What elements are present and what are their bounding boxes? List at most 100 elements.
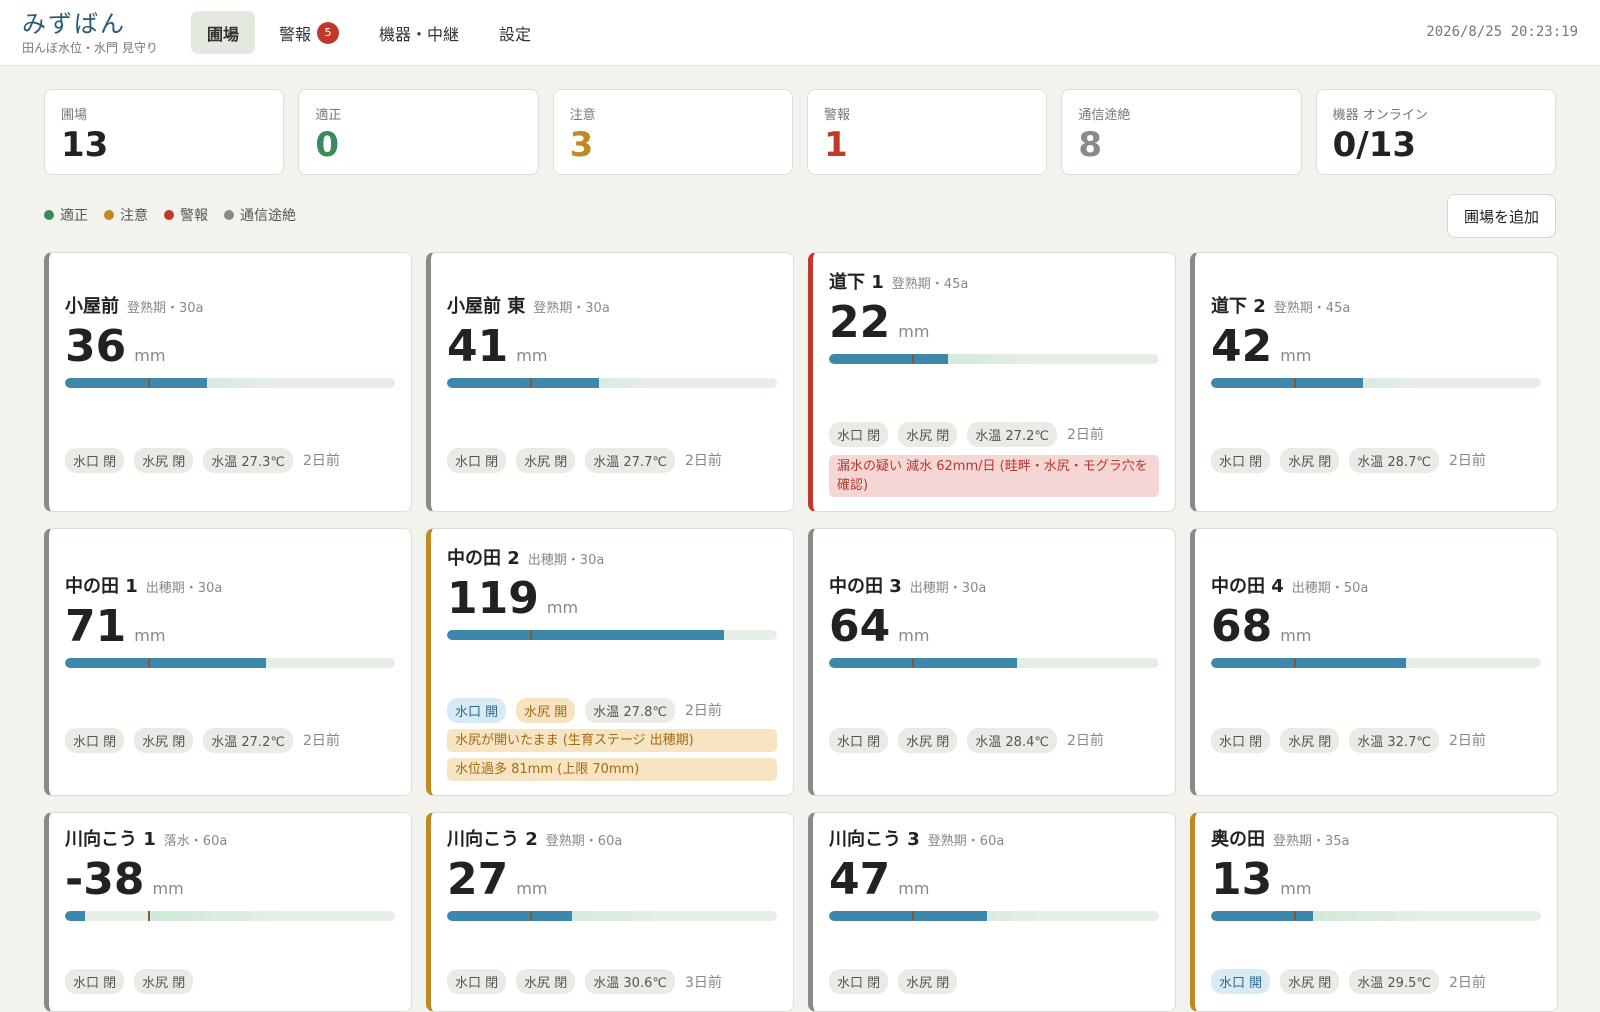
water-level-fill (829, 657, 1018, 668)
field-card[interactable]: 川向こう 2 登熟期・60a 27 mm 水口 閉水尻 閉水温 30.6℃ 3日前 (426, 812, 794, 1012)
status-dot-icon (224, 210, 234, 220)
stat-value: 0/13 (1332, 125, 1417, 165)
last-update: 2日前 (1448, 974, 1486, 991)
inlet-gate-chip: 水口 閉 (447, 447, 507, 473)
outlet-gate-chip: 水尻 閉 (1280, 447, 1340, 473)
stat-label: 通信途絶 (1078, 108, 1131, 123)
field-header: 中の田 4 出穂期・50a (1211, 572, 1541, 598)
tab-devices[interactable]: 機器・中継 (363, 11, 475, 54)
water-level-fill (1211, 377, 1363, 388)
water-level-bar (1211, 911, 1541, 921)
water-level-fill (1211, 911, 1314, 921)
tab-alerts[interactable]: 警報 5 (263, 11, 355, 54)
field-alert: 水位過多 81mm (上限 70mm) (447, 757, 777, 781)
water-temp-chip: 水温 27.2℃ (967, 421, 1057, 447)
water-level: -38 mm (65, 855, 395, 905)
outlet-gate-chip: 水尻 閉 (516, 969, 576, 994)
field-card[interactable]: 小屋前 東登熟期・30a 41 mm 水口 閉水尻 閉水温 27.7℃ 2日前 (426, 252, 794, 512)
water-level-bar (829, 353, 1159, 364)
field-card[interactable]: 川向こう 3 登熟期・60a 47 mm 水口 閉水尻 閉 (808, 812, 1176, 1012)
stat-label: 適正 (315, 108, 342, 123)
water-level: 27 mm (447, 855, 777, 905)
water-level-fill (447, 377, 599, 388)
field-card[interactable]: 道下 1 登熟期・45a 22 mm 水口 閉水尻 閉水温 27.2℃ 2日前 漏水の疑い … (808, 252, 1176, 512)
water-level-fill (65, 377, 207, 388)
field-card[interactable]: 小屋前 登熟期・30a 36 mm 水口 閉水尻 閉水温 27.3℃ 2日前 (44, 252, 412, 512)
outlet-gate-chip: 水尻 閉 (134, 727, 194, 753)
field-status-chips: 水口 開水尻 閉水温 29.5℃ 2日前 (1211, 969, 1541, 994)
water-level-unit: mm (516, 879, 548, 898)
legend-label: 警報 (180, 208, 208, 224)
field-card[interactable]: 道下 2 登熟期・45a 42 mm 水口 閉水尻 閉水温 28.7℃ 2日前 (1190, 252, 1558, 512)
water-level-bar (447, 911, 777, 921)
stat-card: 機器 オンライン 0/13 (1315, 89, 1556, 175)
field-status-chips: 水口 閉水尻 閉水温 28.7℃ 2日前 (1211, 447, 1541, 473)
stat-card: 注意 3 (552, 89, 793, 175)
field-name: 川向こう 1 (65, 829, 156, 850)
stat-value: 1 (823, 125, 848, 165)
water-level-unit: mm (546, 597, 579, 617)
app-header: みずばん 田んぼ水位・水門 見守り 圃場 警報 5 機器・中継 設定 2026/… (0, 0, 1600, 66)
field-status-chips: 水口 閉水尻 閉水温 27.3℃ 2日前 (65, 447, 395, 473)
water-level-unit: mm (1280, 345, 1312, 365)
zero-marker (147, 911, 150, 921)
water-level-unit: mm (134, 345, 166, 365)
outlet-gate-chip: 水尻 閉 (1280, 727, 1340, 753)
field-meta: 落水・60a (163, 834, 228, 849)
tab-fields[interactable]: 圃場 (191, 11, 256, 54)
brand: みずばん 田んぼ水位・水門 見守り (22, 10, 158, 56)
field-card[interactable]: 川向こう 1 落水・60a -38 mm 水口 閉水尻 閉 (44, 812, 412, 1012)
field-card[interactable]: 中の田 3 出穂期・30a 64 mm 水口 閉水尻 閉水温 28.4℃ 2日前 (808, 528, 1176, 796)
field-card[interactable]: 中の田 1 出穂期・30a 71 mm 水口 閉水尻 閉水温 27.2℃ 2日前 (44, 528, 412, 796)
field-meta: 登熟期・30a (533, 300, 610, 316)
field-header: 小屋前 登熟期・30a (65, 292, 395, 318)
water-level-unit: mm (134, 625, 166, 645)
field-meta: 出穂期・30a (909, 580, 987, 596)
outlet-gate-chip: 水尻 閉 (516, 447, 576, 473)
last-update: 2日前 (684, 453, 722, 469)
legend-item: 注意 (104, 205, 148, 225)
water-level-value: 36 (65, 320, 127, 372)
field-card[interactable]: 中の田 4 出穂期・50a 68 mm 水口 閉水尻 閉水温 32.7℃ 2日前 (1190, 528, 1558, 796)
field-meta: 出穂期・30a (145, 580, 223, 596)
water-temp-chip: 水温 27.2℃ (203, 727, 293, 753)
tab-settings[interactable]: 設定 (483, 11, 547, 54)
field-header: 川向こう 2 登熟期・60a (447, 825, 777, 851)
stat-card: 警報 1 (806, 89, 1048, 175)
field-card[interactable]: 中の田 2 出穂期・30a 119 mm 水口 開水尻 開水温 27.8℃ 2日前 水尻が開… (426, 528, 794, 796)
field-meta: 登熟期・35a (1273, 834, 1350, 849)
field-meta: 出穂期・30a (527, 552, 605, 568)
inlet-gate-chip: 水口 閉 (65, 969, 125, 994)
inlet-gate-chip: 水口 閉 (1211, 727, 1271, 753)
tab-label: 警報 (279, 24, 312, 44)
water-level-unit: mm (516, 345, 548, 365)
legend-item: 通信途絶 (224, 205, 296, 225)
water-level-value: 41 (447, 320, 509, 372)
water-level: 68 mm (1211, 600, 1541, 652)
legend-item: 警報 (164, 205, 208, 225)
outlet-gate-chip: 水尻 閉 (898, 727, 958, 753)
water-level-fill (829, 911, 988, 921)
add-field-button[interactable]: 圃場を追加 (1446, 194, 1556, 238)
stat-value: 3 (569, 125, 594, 165)
field-status-chips: 水口 閉水尻 閉水温 30.6℃ 3日前 (447, 969, 777, 994)
water-level-fill (447, 629, 725, 640)
status-legend: 適正 注意 警報 通信途絶 (44, 205, 296, 225)
inlet-gate-chip: 水口 閉 (1211, 447, 1271, 473)
main-nav: 圃場 警報 5 機器・中継 設定 (191, 11, 547, 54)
zero-marker (1293, 377, 1296, 388)
inlet-gate-chip: 水口 閉 (829, 727, 889, 753)
outlet-gate-chip: 水尻 閉 (898, 969, 958, 994)
water-level-unit: mm (1280, 625, 1312, 645)
zero-marker (911, 353, 914, 364)
water-level-value: 68 (1211, 600, 1273, 652)
field-card[interactable]: 奥の田 登熟期・35a 13 mm 水口 開水尻 閉水温 29.5℃ 2日前 (1190, 812, 1558, 1012)
last-update: 2日前 (1448, 453, 1486, 469)
water-level-fill (65, 911, 85, 921)
stat-card: 圃場 13 (44, 89, 285, 175)
clock: 2026/8/25 20:23:19 (1426, 24, 1578, 40)
zero-marker (1293, 911, 1296, 921)
zero-marker (1293, 657, 1296, 668)
app-title: みずばん (22, 10, 126, 38)
water-level: 42 mm (1211, 321, 1541, 372)
